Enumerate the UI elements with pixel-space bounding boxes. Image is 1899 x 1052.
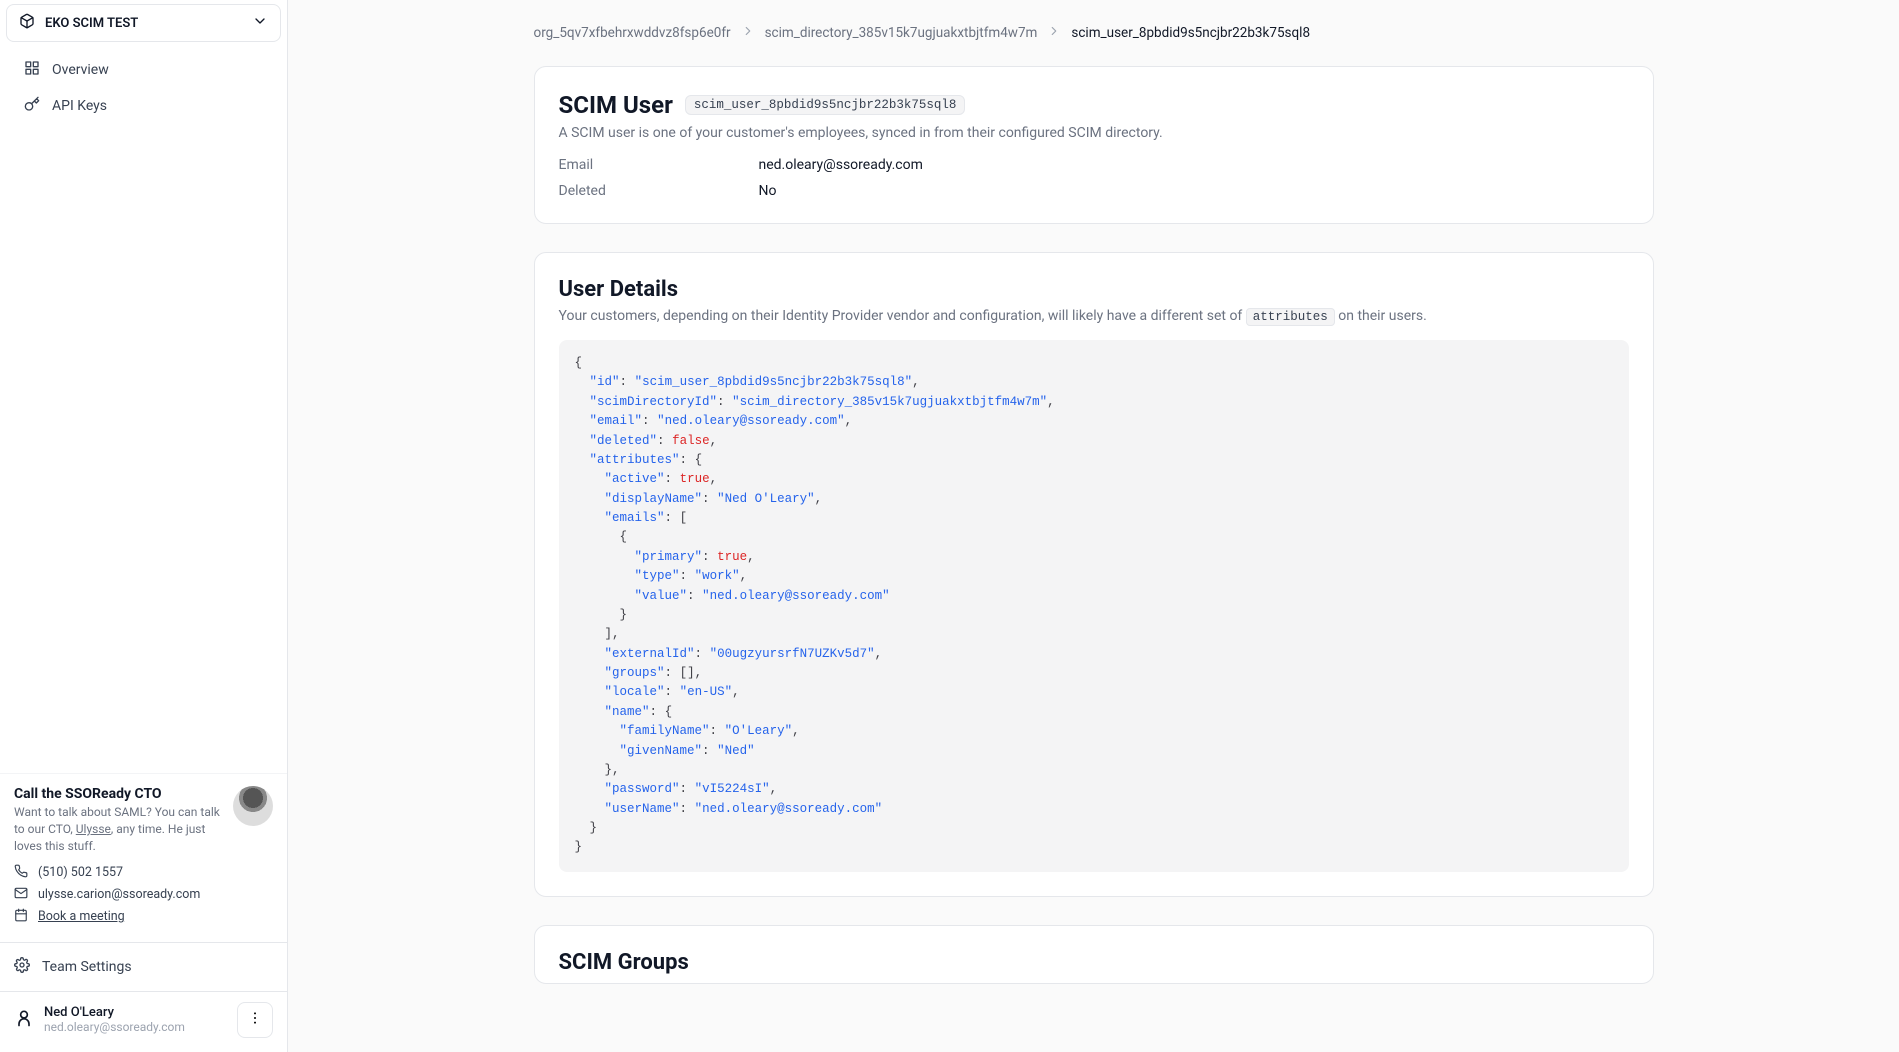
scim-groups-title: SCIM Groups [559,950,1629,975]
kv-label-deleted: Deleted [559,183,759,199]
sidebar-nav: Overview API Keys [6,52,281,124]
current-user-row: Ned O'Leary ned.oleary@ssoready.com [0,992,287,1048]
scim-groups-card: SCIM Groups [534,925,1654,984]
current-user-email: ned.oleary@ssoready.com [44,1020,185,1034]
sidebar: EKO SCIM TEST Overview API Key [0,0,288,1052]
attributes-code: attributes [1246,308,1335,326]
chevron-down-icon [252,13,268,33]
sidebar-item-label: API Keys [52,98,107,114]
kv-label-email: Email [559,157,759,173]
cto-phone-row: (510) 502 1557 [14,864,273,882]
kv-value-deleted: No [759,183,1629,199]
chevron-right-icon [1047,24,1061,42]
avatar [233,786,273,826]
breadcrumb-current: scim_user_8pbdid9s5ncjbr22b3k75sql8 [1071,25,1310,41]
sidebar-item-overview[interactable]: Overview [12,52,275,88]
cube-icon [19,13,35,33]
cto-meeting-row: Book a meeting [14,908,273,926]
main-content: org_5qv7xfbehrxwddvz8fsp6e0fr scim_direc… [288,0,1899,1052]
scim-user-subtitle: A SCIM user is one of your customer's em… [559,125,1629,141]
breadcrumb-org[interactable]: org_5qv7xfbehrxwddvz8fsp6e0fr [534,25,731,41]
kv-value-email: ned.oleary@ssoready.com [759,157,1629,173]
cto-email: ulysse.carion@ssoready.com [38,887,200,902]
mail-icon [14,886,28,904]
user-details-json: { "id": "scim_user_8pbdid9s5ncjbr22b3k75… [559,340,1629,872]
more-vertical-icon [247,1010,263,1029]
cto-card-title: Call the SSOReady CTO [14,786,225,802]
calendar-icon [14,908,28,926]
phone-icon [14,864,28,882]
sidebar-item-team-settings[interactable]: Team Settings [0,943,287,991]
page-title: SCIM User [559,91,673,119]
scim-user-id-badge: scim_user_8pbdid9s5ncjbr22b3k75sql8 [685,95,966,115]
user-icon [14,1008,34,1032]
gear-icon [14,957,30,977]
cto-phone: (510) 502 1557 [38,865,123,880]
cto-book-meeting-link[interactable]: Book a meeting [38,909,125,924]
sidebar-item-api-keys[interactable]: API Keys [12,88,275,124]
project-selector[interactable]: EKO SCIM TEST [6,4,281,42]
user-details-card: User Details Your customers, depending o… [534,252,1654,897]
sidebar-item-label: Overview [52,62,109,78]
breadcrumb-directory[interactable]: scim_directory_385v15k7ugjuakxtbjtfm4w7m [765,25,1038,41]
cto-email-row: ulysse.carion@ssoready.com [14,886,273,904]
project-name: EKO SCIM TEST [45,16,138,31]
key-icon [24,96,40,116]
scim-user-card: SCIM User scim_user_8pbdid9s5ncjbr22b3k7… [534,66,1654,224]
cto-name-link[interactable]: Ulysse [76,822,111,836]
breadcrumb: org_5qv7xfbehrxwddvz8fsp6e0fr scim_direc… [534,24,1654,42]
cto-card: Call the SSOReady CTO Want to talk about… [0,773,287,942]
user-details-subtitle: Your customers, depending on their Ident… [559,308,1629,324]
grid-icon [24,60,40,80]
user-details-title: User Details [559,277,1629,302]
cto-card-description: Want to talk about SAML? You can talk to… [14,804,225,856]
sidebar-item-label: Team Settings [42,959,132,975]
user-menu-button[interactable] [237,1002,273,1038]
chevron-right-icon [741,24,755,42]
current-user-name: Ned O'Leary [44,1005,185,1020]
